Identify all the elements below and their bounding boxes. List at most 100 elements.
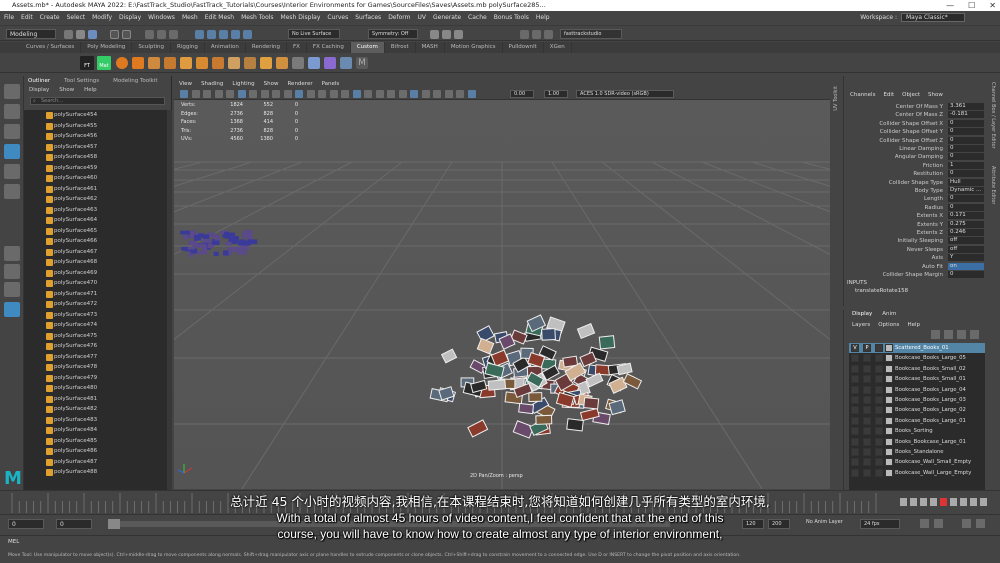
single-view-layout-icon[interactable]: [4, 246, 20, 261]
layer-display-type-toggle[interactable]: [875, 416, 883, 425]
shelf-tool-icon-11[interactable]: [276, 57, 288, 69]
shelf-tab-xgen[interactable]: XGen: [544, 42, 572, 53]
layer-display-type-toggle[interactable]: [875, 385, 883, 394]
layer-playback-toggle[interactable]: [863, 447, 871, 456]
layer-playback-toggle[interactable]: [863, 354, 871, 363]
shelf-tool-icon-3[interactable]: [148, 57, 160, 69]
attribute-value-field[interactable]: 0.246: [948, 229, 984, 236]
attribute-editor-side-tab[interactable]: Attribute Editor: [990, 166, 996, 204]
snap-view-icon[interactable]: [231, 30, 240, 39]
layer-list[interactable]: V P Scattered_Books_01 Bookcase_Books_Large…: [849, 343, 985, 490]
viewport-menu-view[interactable]: View: [179, 79, 192, 89]
outliner-item[interactable]: polySurface486: [24, 446, 172, 457]
viewport-toolbar-icon[interactable]: [295, 90, 303, 98]
layer-row[interactable]: Bookcase_Wall_Large_Empty: [849, 468, 985, 478]
menu-edit[interactable]: Edit: [21, 14, 33, 21]
viewport-toolbar-icon[interactable]: [283, 90, 292, 98]
layer-color-swatch[interactable]: [885, 395, 893, 404]
outliner-item[interactable]: polySurface463: [24, 205, 172, 216]
color-space-dropdown[interactable]: ACES 1.0 SDR-video (sRGB): [576, 90, 674, 98]
snap-point-icon[interactable]: [219, 30, 228, 39]
outliner-item[interactable]: polySurface458: [24, 152, 172, 163]
layer-row[interactable]: Bookcase_Books_Large_03: [849, 395, 985, 405]
shelf-tool-icon-2[interactable]: [132, 57, 144, 69]
menu-generate[interactable]: Generate: [433, 14, 461, 21]
viewport-toolbar-icon[interactable]: [203, 90, 211, 98]
menu-bonus-tools[interactable]: Bonus Tools: [494, 14, 529, 21]
render-settings-icon[interactable]: [454, 30, 463, 39]
layer-row[interactable]: Books_Bookcase_Large_01: [849, 437, 985, 447]
attribute-value-field[interactable]: 0: [948, 128, 984, 136]
exposure-field[interactable]: 0.00: [510, 90, 534, 98]
outliner-item[interactable]: polySurface484: [24, 425, 172, 436]
layer-visibility-toggle[interactable]: [851, 458, 859, 467]
outliner-item[interactable]: polySurface469: [24, 268, 172, 279]
shelf-tool-icon-5[interactable]: [180, 57, 192, 69]
attribute-name[interactable]: Linear Damping: [899, 145, 943, 153]
four-view-layout-icon[interactable]: [4, 264, 20, 279]
layer-display-type-toggle[interactable]: [875, 447, 883, 456]
layer-color-swatch[interactable]: [885, 375, 893, 384]
layer-row[interactable]: Bookcase_Books_Large_02: [849, 405, 985, 415]
layer-display-type-toggle[interactable]: [875, 375, 883, 384]
layer-display-type-toggle[interactable]: [875, 468, 883, 477]
viewport-toolbar-icon[interactable]: [410, 90, 418, 98]
outliner-item[interactable]: polySurface481: [24, 394, 172, 405]
outliner-item[interactable]: polySurface471: [24, 289, 172, 300]
select-tool-icon[interactable]: [4, 84, 20, 99]
shelf-tab-rendering[interactable]: Rendering: [246, 42, 287, 53]
menu-create[interactable]: Create: [40, 14, 60, 21]
layer-visibility-toggle[interactable]: [851, 447, 859, 456]
layer-row[interactable]: Bookcase_Wall_Small_Empty: [849, 457, 985, 467]
shelf-tab-fx[interactable]: FX: [287, 42, 307, 53]
viewport-menu-panels[interactable]: Panels: [322, 79, 340, 89]
outliner-item[interactable]: polySurface459: [24, 163, 172, 174]
attribute-value-field[interactable]: 0: [948, 119, 984, 127]
attribute-name[interactable]: Extents X: [917, 212, 943, 220]
attribute-value-field[interactable]: 1: [948, 161, 984, 169]
layer-visibility-toggle[interactable]: [851, 437, 859, 446]
layer-display-type-toggle[interactable]: [875, 364, 883, 373]
attribute-editor-strip[interactable]: Channel Box / Layer Editor Attribute Edi…: [987, 76, 1000, 490]
outliner-menu-show[interactable]: Show: [59, 86, 74, 95]
outliner-search-input[interactable]: ⌕ Search...: [30, 97, 165, 105]
viewport-toolbar-icon[interactable]: [341, 90, 349, 98]
outliner-item[interactable]: polySurface482: [24, 404, 172, 415]
viewport-toolbar-icon[interactable]: [364, 90, 372, 98]
viewport-toolbar-icon[interactable]: [260, 90, 269, 98]
layer-display-type-toggle[interactable]: [875, 458, 883, 467]
save-scene-icon[interactable]: [88, 30, 97, 39]
layer-visibility-toggle[interactable]: [851, 395, 859, 404]
shelf-tool-icon-10[interactable]: [260, 57, 272, 69]
shelf-tab-fx-caching[interactable]: FX Caching: [307, 42, 351, 53]
attribute-name[interactable]: Collider Shape Type: [889, 179, 943, 187]
menu-mesh-display[interactable]: Mesh Display: [281, 14, 321, 21]
layer-visibility-toggle[interactable]: [851, 385, 859, 394]
viewport-toolbar-icon[interactable]: [306, 90, 315, 98]
shelf-tool-icon-4[interactable]: [164, 57, 176, 69]
viewport-toolbar-icon[interactable]: [375, 90, 384, 98]
attribute-value-field[interactable]: 0.171: [948, 212, 984, 220]
layer-display-type-toggle[interactable]: [875, 344, 883, 352]
outliner-item[interactable]: polySurface480: [24, 383, 172, 394]
symmetry-dropdown[interactable]: Symmetry: Off: [368, 29, 418, 39]
layer-playback-toggle[interactable]: [863, 406, 871, 415]
viewport-toolbar-icon[interactable]: [318, 90, 326, 98]
attribute-value-field[interactable]: off: [948, 237, 984, 245]
channelbox-menu-object[interactable]: Object: [902, 90, 920, 100]
shelf-tool-icon-6[interactable]: [196, 57, 208, 69]
attribute-name[interactable]: Axis: [932, 254, 943, 262]
layer-playback-toggle[interactable]: [863, 364, 871, 373]
layer-tab-anim[interactable]: Anim: [882, 310, 896, 319]
ipr-render-icon[interactable]: [442, 30, 451, 39]
layer-row[interactable]: Books_Sorting: [849, 426, 985, 436]
viewport-toolbar-icon[interactable]: [237, 90, 246, 98]
channelbox-menu-channels[interactable]: Channels: [850, 90, 875, 100]
paint-select-tool-icon[interactable]: [4, 124, 20, 139]
outliner-menu-help[interactable]: Help: [84, 86, 97, 95]
viewport-toolbar-icon[interactable]: [467, 90, 476, 98]
layer-row[interactable]: Bookcase_Books_Large_05: [849, 353, 985, 363]
outliner-scrollbar[interactable]: [167, 110, 172, 490]
attribute-value-field[interactable]: -0.181: [948, 111, 984, 119]
channelbox-menu-show[interactable]: Show: [928, 90, 943, 100]
